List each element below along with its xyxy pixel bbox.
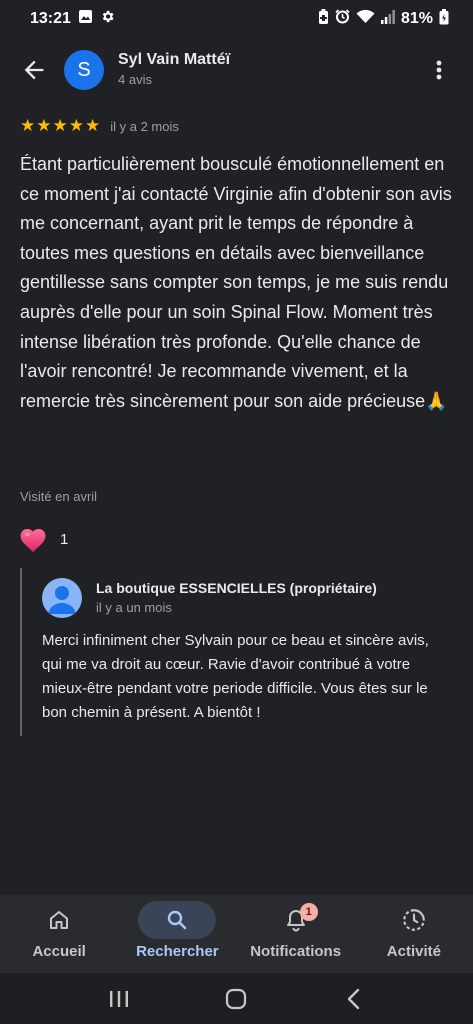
system-navigation-bar bbox=[0, 973, 473, 1024]
owner-reply-text: Merci infiniment cher Sylvain pour ce be… bbox=[42, 632, 429, 721]
reviewer-name[interactable]: Syl Vain Mattéï bbox=[118, 51, 230, 69]
star-icon: ★ bbox=[52, 116, 68, 135]
person-icon bbox=[48, 586, 76, 614]
activity-icon bbox=[403, 909, 425, 931]
nav-item-accueil[interactable]: Accueil bbox=[0, 895, 118, 973]
home-icon bbox=[50, 911, 69, 929]
owner-reply: La boutique ESSENCIELLES (propriétaire) … bbox=[20, 568, 453, 736]
notification-badge: 1 bbox=[299, 903, 318, 921]
bottom-navigation: Accueil Rechercher 1 Notifications Activ… bbox=[0, 895, 473, 973]
nav-icon-container bbox=[20, 901, 98, 939]
signal-icon bbox=[380, 9, 395, 29]
chevron-left-icon bbox=[347, 988, 360, 1009]
nav-icon-container bbox=[375, 901, 453, 939]
nav-item-rechercher[interactable]: Rechercher bbox=[118, 895, 236, 973]
battery-percent: 81% bbox=[400, 10, 433, 27]
reviewer-review-count: 4 avis bbox=[118, 72, 152, 87]
recent-apps-icon bbox=[109, 990, 128, 1007]
rating-row: ★ ★ ★ ★ ★ il y a 2 mois bbox=[20, 116, 179, 136]
nav-icon-container: 1 bbox=[257, 901, 335, 939]
star-icon: ★ bbox=[68, 116, 84, 135]
star-rating: ★ ★ ★ ★ ★ bbox=[20, 116, 100, 136]
back-button[interactable] bbox=[20, 56, 48, 84]
nav-icon-container bbox=[138, 901, 217, 939]
status-right: 81% bbox=[318, 8, 449, 30]
arrow-back-icon bbox=[24, 60, 44, 80]
nav-label: Activité bbox=[386, 943, 441, 960]
settings-gear-icon bbox=[100, 9, 115, 29]
nav-item-notifications[interactable]: 1 Notifications bbox=[237, 895, 355, 973]
gallery-icon bbox=[78, 9, 93, 29]
status-time: 13:21 bbox=[30, 10, 71, 27]
star-icon: ★ bbox=[85, 116, 101, 135]
like-button[interactable]: 1 bbox=[18, 525, 68, 553]
star-icon: ★ bbox=[36, 116, 52, 135]
nav-item-activite[interactable]: Activité bbox=[355, 895, 473, 973]
profile-header: S Syl Vain Mattéï 4 avis bbox=[0, 42, 473, 98]
visited-date: Visité en avril bbox=[20, 489, 98, 504]
battery-saver-icon bbox=[318, 8, 329, 30]
star-icon: ★ bbox=[20, 116, 36, 135]
review-date: il y a 2 mois bbox=[110, 118, 179, 134]
nav-label: Notifications bbox=[250, 943, 342, 960]
review-text: Étant particulièrement bousculé émotionn… bbox=[20, 154, 452, 411]
wifi-icon bbox=[356, 9, 375, 29]
reviewer-avatar[interactable]: S bbox=[64, 50, 104, 90]
battery-icon bbox=[439, 8, 449, 30]
nav-label: Accueil bbox=[32, 943, 86, 960]
status-left: 13:21 bbox=[30, 9, 115, 29]
owner-reply-date: il y a un mois bbox=[96, 600, 172, 615]
more-vert-icon bbox=[436, 60, 442, 80]
like-count: 1 bbox=[60, 530, 69, 548]
status-bar: 13:21 81% bbox=[0, 0, 473, 38]
owner-avatar[interactable] bbox=[42, 578, 82, 618]
owner-name[interactable]: La boutique ESSENCIELLES (propriétaire) bbox=[96, 580, 377, 596]
recent-apps-button[interactable] bbox=[99, 979, 139, 1019]
alarm-icon bbox=[335, 9, 350, 29]
search-icon bbox=[168, 910, 187, 930]
heart-icon bbox=[20, 529, 46, 552]
more-options-button[interactable] bbox=[431, 56, 447, 84]
system-back-button[interactable] bbox=[334, 979, 374, 1019]
nav-label: Rechercher bbox=[136, 943, 219, 960]
home-circle-icon bbox=[226, 988, 247, 1009]
home-button[interactable] bbox=[216, 979, 256, 1019]
